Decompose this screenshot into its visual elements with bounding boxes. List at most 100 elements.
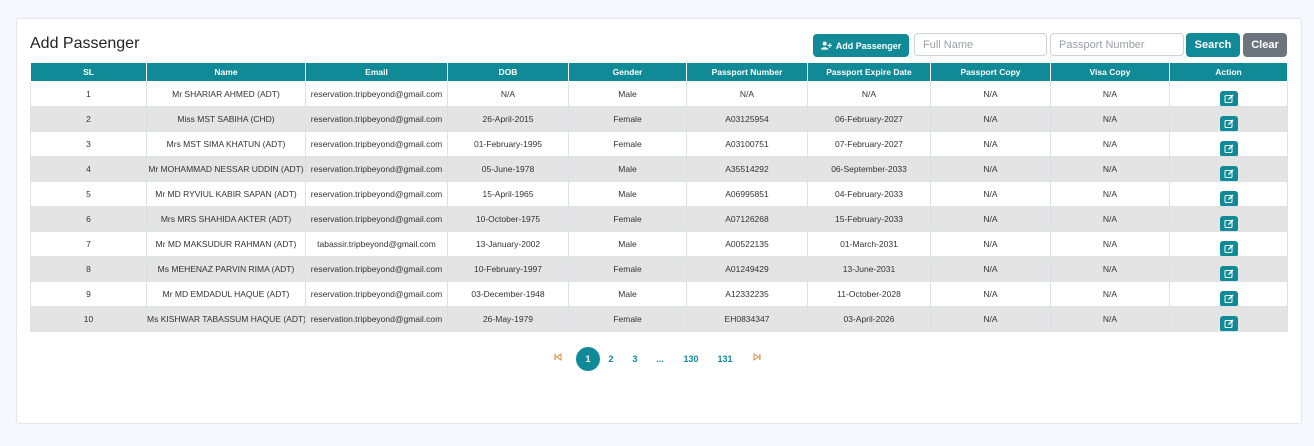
cell-passport-number: A00522135 [686,231,808,257]
cell-name: Ms MEHENAZ PARVIN RIMA (ADT) [146,256,306,282]
cell-dob: 26-April-2015 [447,106,569,132]
cell-visa-copy: N/A [1050,131,1170,157]
cell-email: reservation.tripbeyond@gmail.com [305,81,448,107]
edit-icon [1224,144,1233,153]
cell-passport-copy: N/A [930,81,1051,107]
edit-button[interactable] [1219,291,1238,306]
first-page-icon[interactable] [552,347,564,371]
page-2[interactable]: 2 [604,347,618,371]
table-row: 4 Mr MOHAMMAD NESSAR UDDIN (ADT) reservati… [30,156,1288,182]
cell-dob: 15-April-1965 [447,181,569,207]
edit-button[interactable] [1219,166,1238,181]
cell-action [1169,231,1288,257]
cell-passport-number: A07126268 [686,206,808,232]
full-name-input[interactable] [914,33,1047,56]
page-1[interactable]: 1 [576,347,600,371]
cell-name: Mr MD RYVIUL KABIR SAPAN (ADT) [146,181,306,207]
cell-name: Mrs MST SIMA KHATUN (ADT) [146,131,306,157]
table-row: 10 Ms KISHWAR TABASSUM HAQUE (ADT) reserva… [30,306,1288,332]
cell-passport-expire-date: 03-April-2026 [807,306,931,332]
cell-email: reservation.tripbeyond@gmail.com [305,181,448,207]
cell-action [1169,181,1288,207]
cell-passport-copy: N/A [930,131,1051,157]
edit-icon [1224,119,1233,128]
edit-button[interactable] [1219,116,1238,131]
cell-email: reservation.tripbeyond@gmail.com [305,206,448,232]
cell-visa-copy: N/A [1050,281,1170,307]
cell-gender: Male [568,281,687,307]
cell-action [1169,306,1288,332]
cell-visa-copy: N/A [1050,256,1170,282]
header-dob: DOB [447,62,569,82]
cell-sl: 8 [30,256,147,282]
edit-button[interactable] [1219,191,1238,206]
cell-visa-copy: N/A [1050,81,1170,107]
edit-icon [1224,194,1233,203]
add-passenger-button[interactable]: Add Passenger [813,34,909,57]
header-passport-copy: Passport Copy [930,62,1051,82]
edit-button[interactable] [1219,216,1238,231]
cell-action [1169,206,1288,232]
cell-passport-number: A03100751 [686,131,808,157]
cell-passport-expire-date: 06-February-2027 [807,106,931,132]
page-3[interactable]: 3 [628,347,642,371]
page-131[interactable]: 131 [714,347,736,371]
cell-action [1169,156,1288,182]
cell-name: Mr MOHAMMAD NESSAR UDDIN (ADT) [146,156,306,182]
table-row: 9 Mr MD EMDADUL HAQUE (ADT) reservation.tr… [30,281,1288,307]
table-row: 6 Mrs MRS SHAHIDA AKTER (ADT) reservation.… [30,206,1288,232]
edit-button[interactable] [1219,91,1238,106]
cell-passport-copy: N/A [930,256,1051,282]
cell-passport-copy: N/A [930,306,1051,332]
cell-visa-copy: N/A [1050,156,1170,182]
cell-sl: 6 [30,206,147,232]
edit-icon [1224,269,1233,278]
cell-name: Ms KISHWAR TABASSUM HAQUE (ADT) [146,306,306,332]
edit-button[interactable] [1219,316,1238,331]
cell-gender: Female [568,106,687,132]
edit-button[interactable] [1219,266,1238,281]
cell-sl: 7 [30,231,147,257]
cell-passport-copy: N/A [930,181,1051,207]
cell-email: reservation.tripbeyond@gmail.com [305,106,448,132]
cell-gender: Female [568,131,687,157]
page-130[interactable]: 130 [680,347,702,371]
cell-sl: 10 [30,306,147,332]
cell-dob: 05-June-1978 [447,156,569,182]
cell-gender: Female [568,256,687,282]
cell-gender: Male [568,231,687,257]
edit-icon [1224,244,1233,253]
cell-passport-number: A06995851 [686,181,808,207]
table-row: 1 Mr SHARIAR AHMED (ADT) reservation.tripb… [30,81,1288,107]
cell-dob: N/A [447,81,569,107]
cell-dob: 10-February-1997 [447,256,569,282]
clear-button[interactable]: Clear [1243,33,1287,57]
edit-button[interactable] [1219,241,1238,256]
cell-gender: Female [568,306,687,332]
user-plus-icon [820,41,832,50]
edit-icon [1224,94,1233,103]
header-email: Email [305,62,448,82]
cell-action [1169,281,1288,307]
cell-passport-expire-date: 06-September-2033 [807,156,931,182]
edit-button[interactable] [1219,141,1238,156]
table-row: 7 Mr MD MAKSUDUR RAHMAN (ADT) tabassir.tri… [30,231,1288,257]
cell-passport-expire-date: N/A [807,81,931,107]
cell-action [1169,131,1288,157]
cell-gender: Male [568,181,687,207]
edit-icon [1224,169,1233,178]
pagination: 1 2 3 ... 130 131 [0,347,1314,371]
edit-icon [1224,294,1233,303]
cell-sl: 5 [30,181,147,207]
passport-number-input[interactable] [1050,33,1184,56]
cell-dob: 01-February-1995 [447,131,569,157]
cell-passport-expire-date: 13-June-2031 [807,256,931,282]
cell-visa-copy: N/A [1050,306,1170,332]
cell-visa-copy: N/A [1050,206,1170,232]
cell-passport-number: A03125954 [686,106,808,132]
cell-passport-expire-date: 11-October-2028 [807,281,931,307]
last-page-icon[interactable] [751,347,763,371]
header-name: Name [146,62,306,82]
table-row: 5 Mr MD RYVIUL KABIR SAPAN (ADT) reservati… [30,181,1288,207]
search-button[interactable]: Search [1186,33,1240,57]
